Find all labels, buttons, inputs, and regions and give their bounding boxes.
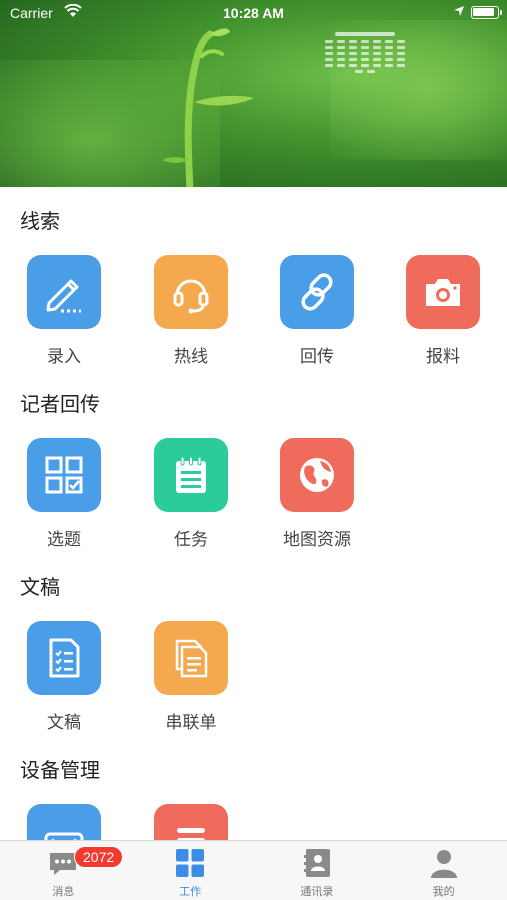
device-tile[interactable] <box>27 804 101 840</box>
grid-item-device[interactable] <box>14 804 114 840</box>
return-tile[interactable] <box>280 255 354 329</box>
grid-item-manuscript[interactable]: 文稿 <box>14 621 114 741</box>
grid-item-label: 录入 <box>47 347 81 367</box>
section-title-manuscripts: 文稿 <box>20 575 60 599</box>
grid-item-label: 回传 <box>300 347 334 367</box>
status-bar: Carrier 10:28 AM <box>0 0 507 28</box>
clock: 10:28 AM <box>223 5 284 21</box>
hotline-tile[interactable] <box>154 255 228 329</box>
grid-item-tasks[interactable]: 任务 <box>141 438 241 558</box>
notepad-icon <box>176 456 206 493</box>
plant-banner-image <box>162 28 254 187</box>
grid-check-icon <box>45 456 83 494</box>
list-icon <box>177 828 205 840</box>
grid-item-equipment-list[interactable] <box>141 804 241 840</box>
grid-item-label: 选题 <box>47 530 81 550</box>
topics-tile[interactable] <box>27 438 101 512</box>
camera-icon <box>426 279 460 306</box>
pencil-icon <box>46 279 81 313</box>
tab-contacts[interactable]: 通讯录 <box>254 841 381 900</box>
link-icon <box>301 273 333 311</box>
grid-item-label: 串联单 <box>165 713 217 733</box>
grid-item-hotline[interactable]: 热线 <box>141 255 241 375</box>
document-list-icon <box>49 638 80 678</box>
section-title-reporter-return: 记者回传 <box>20 392 100 416</box>
tab-profile[interactable]: 我的 <box>380 841 507 900</box>
contacts-icon <box>303 849 330 877</box>
profile-icon <box>430 850 457 878</box>
header-banner: Carrier 10:28 AM <box>0 0 507 187</box>
grid-item-report[interactable]: 报料 <box>393 255 493 375</box>
globe-icon <box>300 458 334 492</box>
unread-badge: 2072 <box>74 846 124 868</box>
grid-item-topics[interactable]: 选题 <box>14 438 114 558</box>
section-title-device-management: 设备管理 <box>20 758 100 782</box>
grid-item-map-resources[interactable]: 地图资源 <box>267 438 367 558</box>
tab-messages[interactable]: 消息 2072 <box>0 841 127 900</box>
tasks-tile[interactable] <box>154 438 228 512</box>
apps-icon <box>176 849 205 877</box>
documents-icon <box>175 639 208 678</box>
battery-icon <box>471 6 502 19</box>
grid-item-return[interactable]: 回传 <box>267 255 367 375</box>
manuscript-tile[interactable] <box>27 621 101 695</box>
calendar-decoration <box>320 32 410 98</box>
grid-item-label: 任务 <box>174 530 208 550</box>
report-tile[interactable] <box>406 255 480 329</box>
grid-item-label: 文稿 <box>47 713 81 733</box>
grid-item-label: 报料 <box>426 347 460 367</box>
tab-label-work: 工作 <box>179 885 202 898</box>
rundown-tile[interactable] <box>154 621 228 695</box>
section-title-clues: 线索 <box>20 209 60 233</box>
tab-label-messages: 消息 <box>52 885 75 898</box>
grid-item-rundown[interactable]: 串联单 <box>141 621 241 741</box>
headset-icon <box>173 279 209 314</box>
equipment-list-tile[interactable] <box>154 804 228 840</box>
tab-work[interactable]: 工作 <box>127 841 254 900</box>
tab-bar: 消息 2072 工作 通讯录 我的 <box>0 840 507 900</box>
entry-tile[interactable] <box>27 255 101 329</box>
tab-label-profile: 我的 <box>432 885 455 898</box>
grid-item-label: 地图资源 <box>283 530 351 550</box>
grid-item-entry[interactable]: 录入 <box>14 255 114 375</box>
tab-label-contacts: 通讯录 <box>300 885 334 898</box>
grid-item-label: 热线 <box>174 347 208 367</box>
device-icon <box>44 832 84 840</box>
location-arrow-icon <box>454 6 464 16</box>
work-panel: 线索 录入 热线 回传 报料 记者回传 选题 任务 地图资源 文稿 文稿 串联单… <box>0 187 507 840</box>
map-resources-tile[interactable] <box>280 438 354 512</box>
